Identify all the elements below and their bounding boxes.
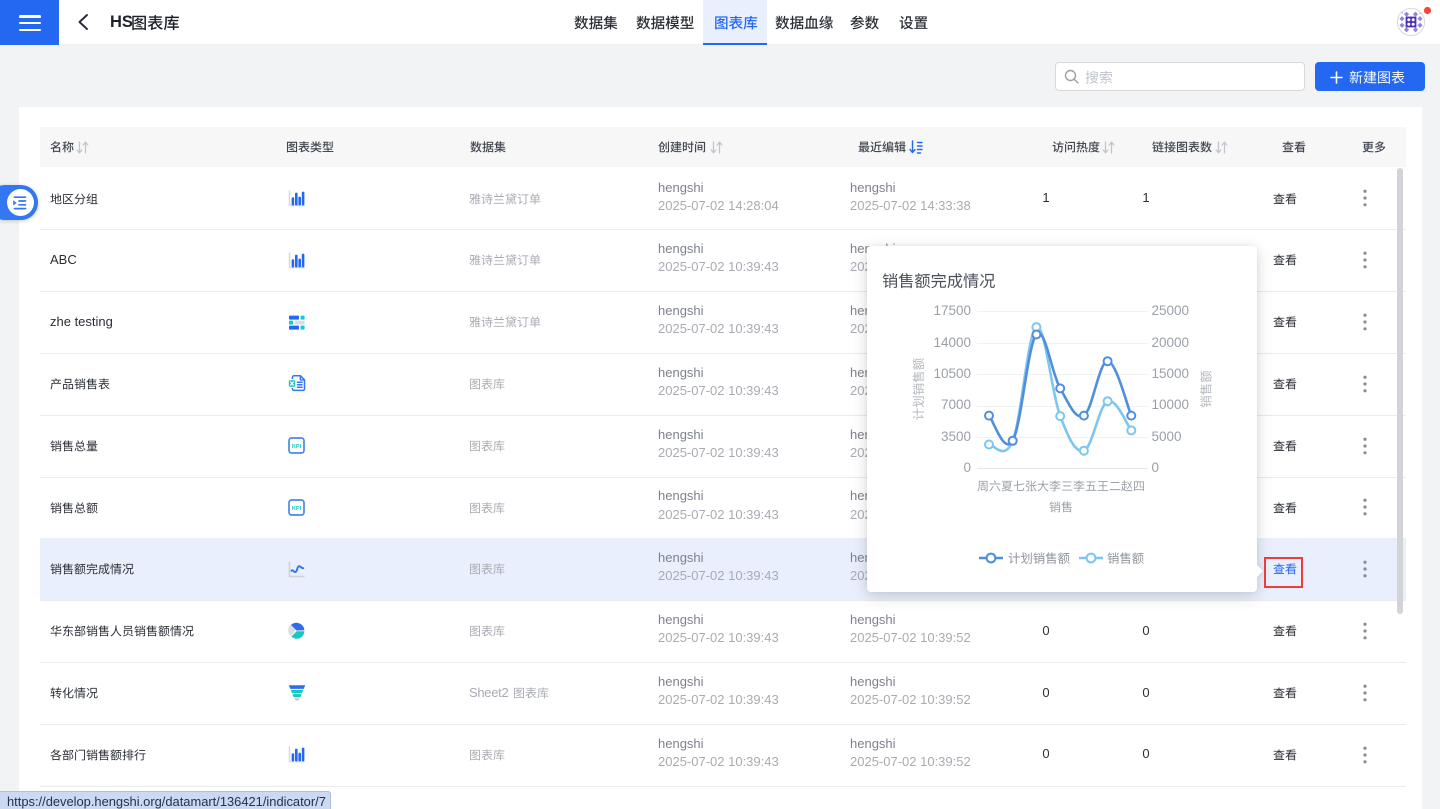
svg-text:KPI: KPI bbox=[292, 444, 302, 450]
svg-text:KPI: KPI bbox=[292, 506, 302, 512]
